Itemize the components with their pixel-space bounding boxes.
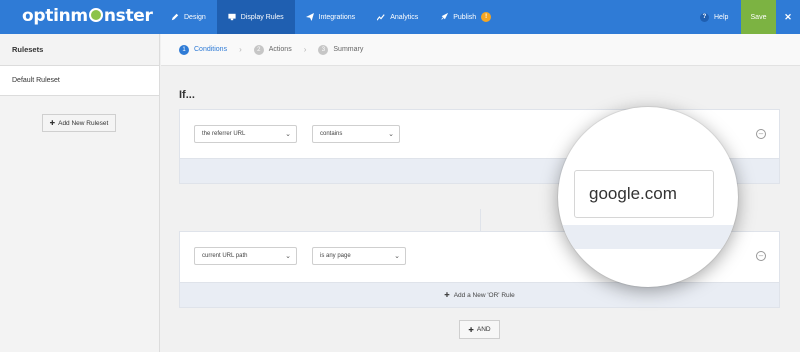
wizard-steps: 1 Conditions › 2 Actions › 3 Summary bbox=[161, 34, 800, 66]
nav-analytics[interactable]: Analytics bbox=[366, 0, 429, 34]
chevron-down-icon: ⌄ bbox=[388, 131, 394, 138]
nav-integrations[interactable]: Integrations bbox=[295, 0, 367, 34]
step-actions[interactable]: 2 Actions bbox=[253, 44, 292, 55]
step-number: 3 bbox=[318, 44, 329, 55]
alert-badge: ! bbox=[481, 12, 492, 22]
nav-design-label: Design bbox=[184, 13, 206, 21]
plus-icon: ✚ bbox=[468, 326, 474, 334]
connector-line bbox=[480, 209, 481, 231]
nav-display-rules[interactable]: Display Rules bbox=[216, 0, 295, 34]
step-summary[interactable]: 3 Summary bbox=[318, 44, 364, 55]
operator-select[interactable]: is any page ⌄ bbox=[312, 247, 406, 265]
input-value: google.com bbox=[589, 184, 677, 203]
rocket-icon bbox=[441, 13, 449, 20]
remove-rule-icon[interactable]: – bbox=[756, 129, 766, 139]
help-label: Help bbox=[714, 13, 729, 21]
logo[interactable]: optinm nster bbox=[22, 6, 153, 26]
step-label: Actions bbox=[268, 46, 292, 53]
magnifier-callout: google.com bbox=[558, 107, 738, 287]
question-icon: ? bbox=[700, 12, 709, 22]
rulesets-heading: Rulesets bbox=[0, 34, 159, 66]
close-icon[interactable]: ✕ bbox=[776, 0, 800, 34]
add-or-rule-button[interactable]: ✚ Add a New 'OR' Rule bbox=[180, 282, 779, 307]
nav-design[interactable]: Design bbox=[160, 0, 217, 34]
save-button[interactable]: Save bbox=[741, 0, 776, 34]
step-number: 1 bbox=[179, 44, 189, 55]
chevron-down-icon: ⌄ bbox=[285, 131, 291, 138]
add-and-button[interactable]: ✚ AND bbox=[459, 320, 500, 339]
add-and-label: AND bbox=[476, 326, 491, 333]
chevron-down-icon: ⌄ bbox=[285, 253, 291, 260]
step-label: Conditions bbox=[194, 46, 228, 53]
page-title: If... bbox=[179, 89, 195, 101]
pencil-icon bbox=[171, 13, 179, 21]
chevron-right-icon: › bbox=[303, 45, 307, 54]
nav-integrations-label: Integrations bbox=[318, 13, 356, 21]
chevron-down-icon: ⌄ bbox=[394, 253, 400, 260]
help-link[interactable]: ? Help bbox=[700, 0, 728, 34]
nav-display-rules-label: Display Rules bbox=[240, 13, 284, 21]
select-value: is any page bbox=[320, 253, 351, 259]
plus-icon: ✚ bbox=[444, 292, 450, 299]
nav-publish[interactable]: Publish ! bbox=[429, 0, 502, 34]
add-ruleset-button[interactable]: ✚ Add New Ruleset bbox=[42, 114, 116, 132]
chevron-right-icon: › bbox=[239, 45, 242, 54]
monster-icon bbox=[88, 8, 103, 22]
select-value: contains bbox=[320, 131, 343, 137]
condition-field-select[interactable]: the referrer URL ⌄ bbox=[194, 125, 297, 143]
ruleset-item-default[interactable]: Default Ruleset bbox=[0, 66, 159, 96]
step-number: 2 bbox=[253, 44, 264, 55]
select-value: the referrer URL bbox=[202, 131, 246, 137]
magnified-footer bbox=[558, 225, 738, 249]
plus-icon: ✚ bbox=[49, 120, 56, 127]
top-bar: optinm nster Design Display Rules Integra… bbox=[0, 0, 800, 34]
main-nav: Design Display Rules Integrations Analyt… bbox=[160, 0, 502, 34]
rules-editor: If... the referrer URL ⌄ contains ⌄ – cu… bbox=[161, 67, 800, 352]
condition-value-input[interactable]: google.com bbox=[574, 170, 714, 218]
remove-rule-icon[interactable]: – bbox=[756, 251, 766, 261]
condition-field-select[interactable]: current URL path ⌄ bbox=[194, 247, 297, 265]
step-label: Summary bbox=[333, 46, 364, 53]
nav-publish-label: Publish bbox=[453, 13, 477, 21]
add-or-rule-label: Add a New 'OR' Rule bbox=[453, 291, 515, 299]
step-conditions[interactable]: 1 Conditions bbox=[179, 44, 228, 55]
paper-plane-icon bbox=[305, 13, 314, 21]
ruleset-sidebar: Rulesets Default Ruleset ✚ Add New Rules… bbox=[0, 34, 160, 352]
add-ruleset-label: Add New Ruleset bbox=[58, 119, 109, 127]
chart-icon bbox=[377, 14, 385, 21]
monitor-icon bbox=[228, 13, 236, 21]
operator-select[interactable]: contains ⌄ bbox=[312, 125, 400, 143]
nav-analytics-label: Analytics bbox=[390, 13, 419, 21]
select-value: current URL path bbox=[202, 253, 248, 259]
